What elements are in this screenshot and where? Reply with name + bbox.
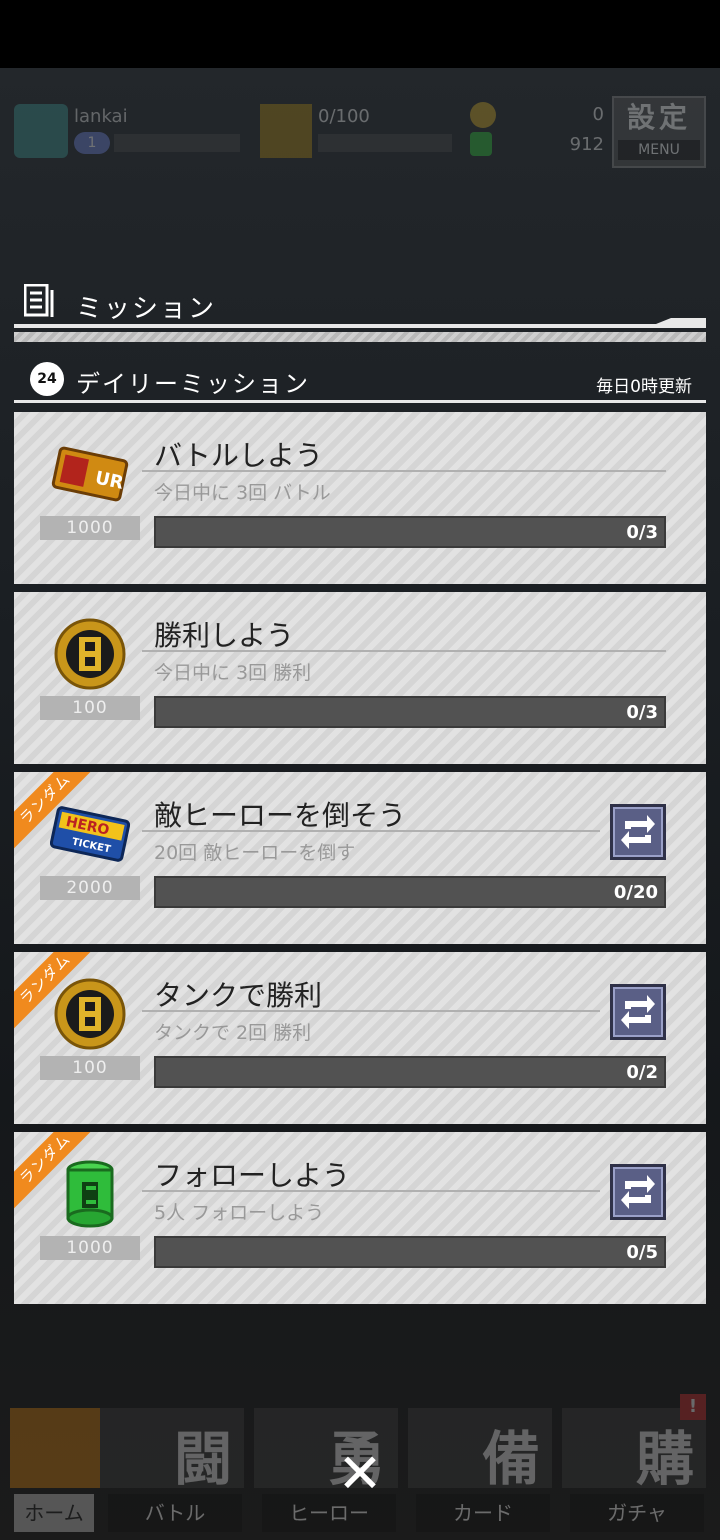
ur-ticket-icon: UR xyxy=(51,446,129,502)
clock-24-icon: 24 xyxy=(30,362,64,396)
status-bar xyxy=(0,0,720,68)
daily-mission-header: 24 デイリーミッション 毎日0時更新 xyxy=(14,360,706,404)
reward-amount: 100 xyxy=(40,1056,140,1080)
mission-panel-header: ミッション xyxy=(14,278,706,338)
reward-amount: 100 xyxy=(40,696,140,720)
avatar xyxy=(14,104,68,158)
mission-card[interactable]: ランダム 100 タンクで勝利 タンクで 2回 勝利 0/2 xyxy=(14,952,706,1124)
username: lankai xyxy=(74,106,128,127)
reward-amount: 2000 xyxy=(40,876,140,900)
mission-description: 今日中に 3回 バトル xyxy=(154,482,331,504)
green-drum-icon xyxy=(66,1160,114,1228)
close-button[interactable]: ✕ xyxy=(330,1444,390,1504)
reset-note: 毎日0時更新 xyxy=(596,377,692,397)
nav-card[interactable]: 備 カード xyxy=(408,1402,552,1532)
tab-strip xyxy=(14,332,706,342)
nav-battle[interactable]: 闘 バトル xyxy=(100,1402,244,1532)
document-icon xyxy=(24,284,54,317)
refresh-icon xyxy=(621,995,655,1029)
coin-icon xyxy=(470,102,496,128)
divider xyxy=(142,1190,600,1192)
divider xyxy=(14,324,706,328)
progress-bar: 0/20 xyxy=(154,876,666,908)
mission-card[interactable]: ランダム HERO TICKET 2000 敵ヒーローを倒そう 20回 敵ヒーロ… xyxy=(14,772,706,944)
level-exp-bar xyxy=(114,134,240,152)
coin-count: 0 xyxy=(592,104,604,125)
game-screen: lankai 1 0/100 0 912 設定 MENU ミッション 24 デイ… xyxy=(0,68,720,1540)
mission-title: タンクで勝利 xyxy=(154,979,323,1012)
nav-card-label: カード xyxy=(416,1494,550,1532)
gold-coin-icon xyxy=(54,618,126,690)
home-icon xyxy=(10,1408,100,1488)
nav-gacha-label: ガチャ xyxy=(570,1494,704,1532)
progress-text: 0/3 xyxy=(626,702,658,723)
divider xyxy=(142,830,600,832)
progress-bar: 0/3 xyxy=(154,696,666,728)
rank-exp-bar xyxy=(318,134,452,152)
refresh-mission-button[interactable] xyxy=(610,804,666,860)
nav-home-label: ホーム xyxy=(14,1494,94,1532)
daily-mission-title: デイリーミッション xyxy=(76,370,310,398)
refresh-mission-button[interactable] xyxy=(610,984,666,1040)
nav-gacha-kanji: 購 xyxy=(635,1425,694,1493)
drum-count: 912 xyxy=(569,134,604,155)
mission-description: 5人 フォローしよう xyxy=(154,1202,325,1224)
player-hud: lankai 1 0/100 0 912 設定 MENU xyxy=(0,80,720,168)
divider xyxy=(142,650,666,652)
progress-text: 0/5 xyxy=(626,1242,658,1263)
refresh-mission-button[interactable] xyxy=(610,1164,666,1220)
divider xyxy=(142,1010,600,1012)
progress-text: 0/20 xyxy=(613,882,658,903)
reward-amount: 1000 xyxy=(40,516,140,540)
mission-card[interactable]: ランダム 1000 フォローしよう 5人 フォローしよう 0/5 xyxy=(14,1132,706,1304)
reward-amount: 1000 xyxy=(40,1236,140,1260)
mission-description: タンクで 2回 勝利 xyxy=(154,1022,312,1044)
nav-battle-label: バトル xyxy=(108,1494,242,1532)
nav-battle-kanji: 闘 xyxy=(173,1425,232,1493)
rank-exp: 0/100 xyxy=(318,106,370,127)
level-badge: 1 xyxy=(74,132,110,154)
mission-card[interactable]: 100 勝利しよう 今日中に 3回 勝利 0/3 xyxy=(14,592,706,764)
mission-title: バトルしよう xyxy=(154,439,323,472)
menu-kanji: 設定 xyxy=(626,101,691,134)
progress-text: 0/3 xyxy=(626,522,658,543)
menu-button[interactable]: 設定 MENU xyxy=(612,96,706,168)
panel-title: ミッション xyxy=(76,294,217,324)
alert-badge: ! xyxy=(680,1394,706,1420)
menu-label: MENU xyxy=(618,140,700,160)
progress-bar: 0/3 xyxy=(154,516,666,548)
progress-bar: 0/2 xyxy=(154,1056,666,1088)
nav-card-kanji: 備 xyxy=(481,1425,540,1493)
refresh-icon xyxy=(621,1175,655,1209)
nav-gacha[interactable]: 購 ガチャ xyxy=(562,1402,706,1532)
mission-card[interactable]: UR 1000 バトルしよう 今日中に 3回 バトル 0/3 xyxy=(14,412,706,584)
mission-title: フォローしよう xyxy=(154,1159,351,1192)
progress-bar: 0/5 xyxy=(154,1236,666,1268)
drum-icon xyxy=(470,132,492,156)
divider xyxy=(142,470,666,472)
refresh-icon xyxy=(621,815,655,849)
progress-text: 0/2 xyxy=(626,1062,658,1083)
divider xyxy=(14,400,706,403)
gold-coin-icon xyxy=(54,978,126,1050)
mission-description: 今日中に 3回 勝利 xyxy=(154,662,312,684)
hero-ticket-icon: HERO TICKET xyxy=(50,806,130,862)
rank-icon xyxy=(260,104,312,158)
mission-description: 20回 敵ヒーローを倒す xyxy=(154,842,356,864)
mission-title: 勝利しよう xyxy=(154,619,295,652)
mission-title: 敵ヒーローを倒そう xyxy=(154,799,407,832)
